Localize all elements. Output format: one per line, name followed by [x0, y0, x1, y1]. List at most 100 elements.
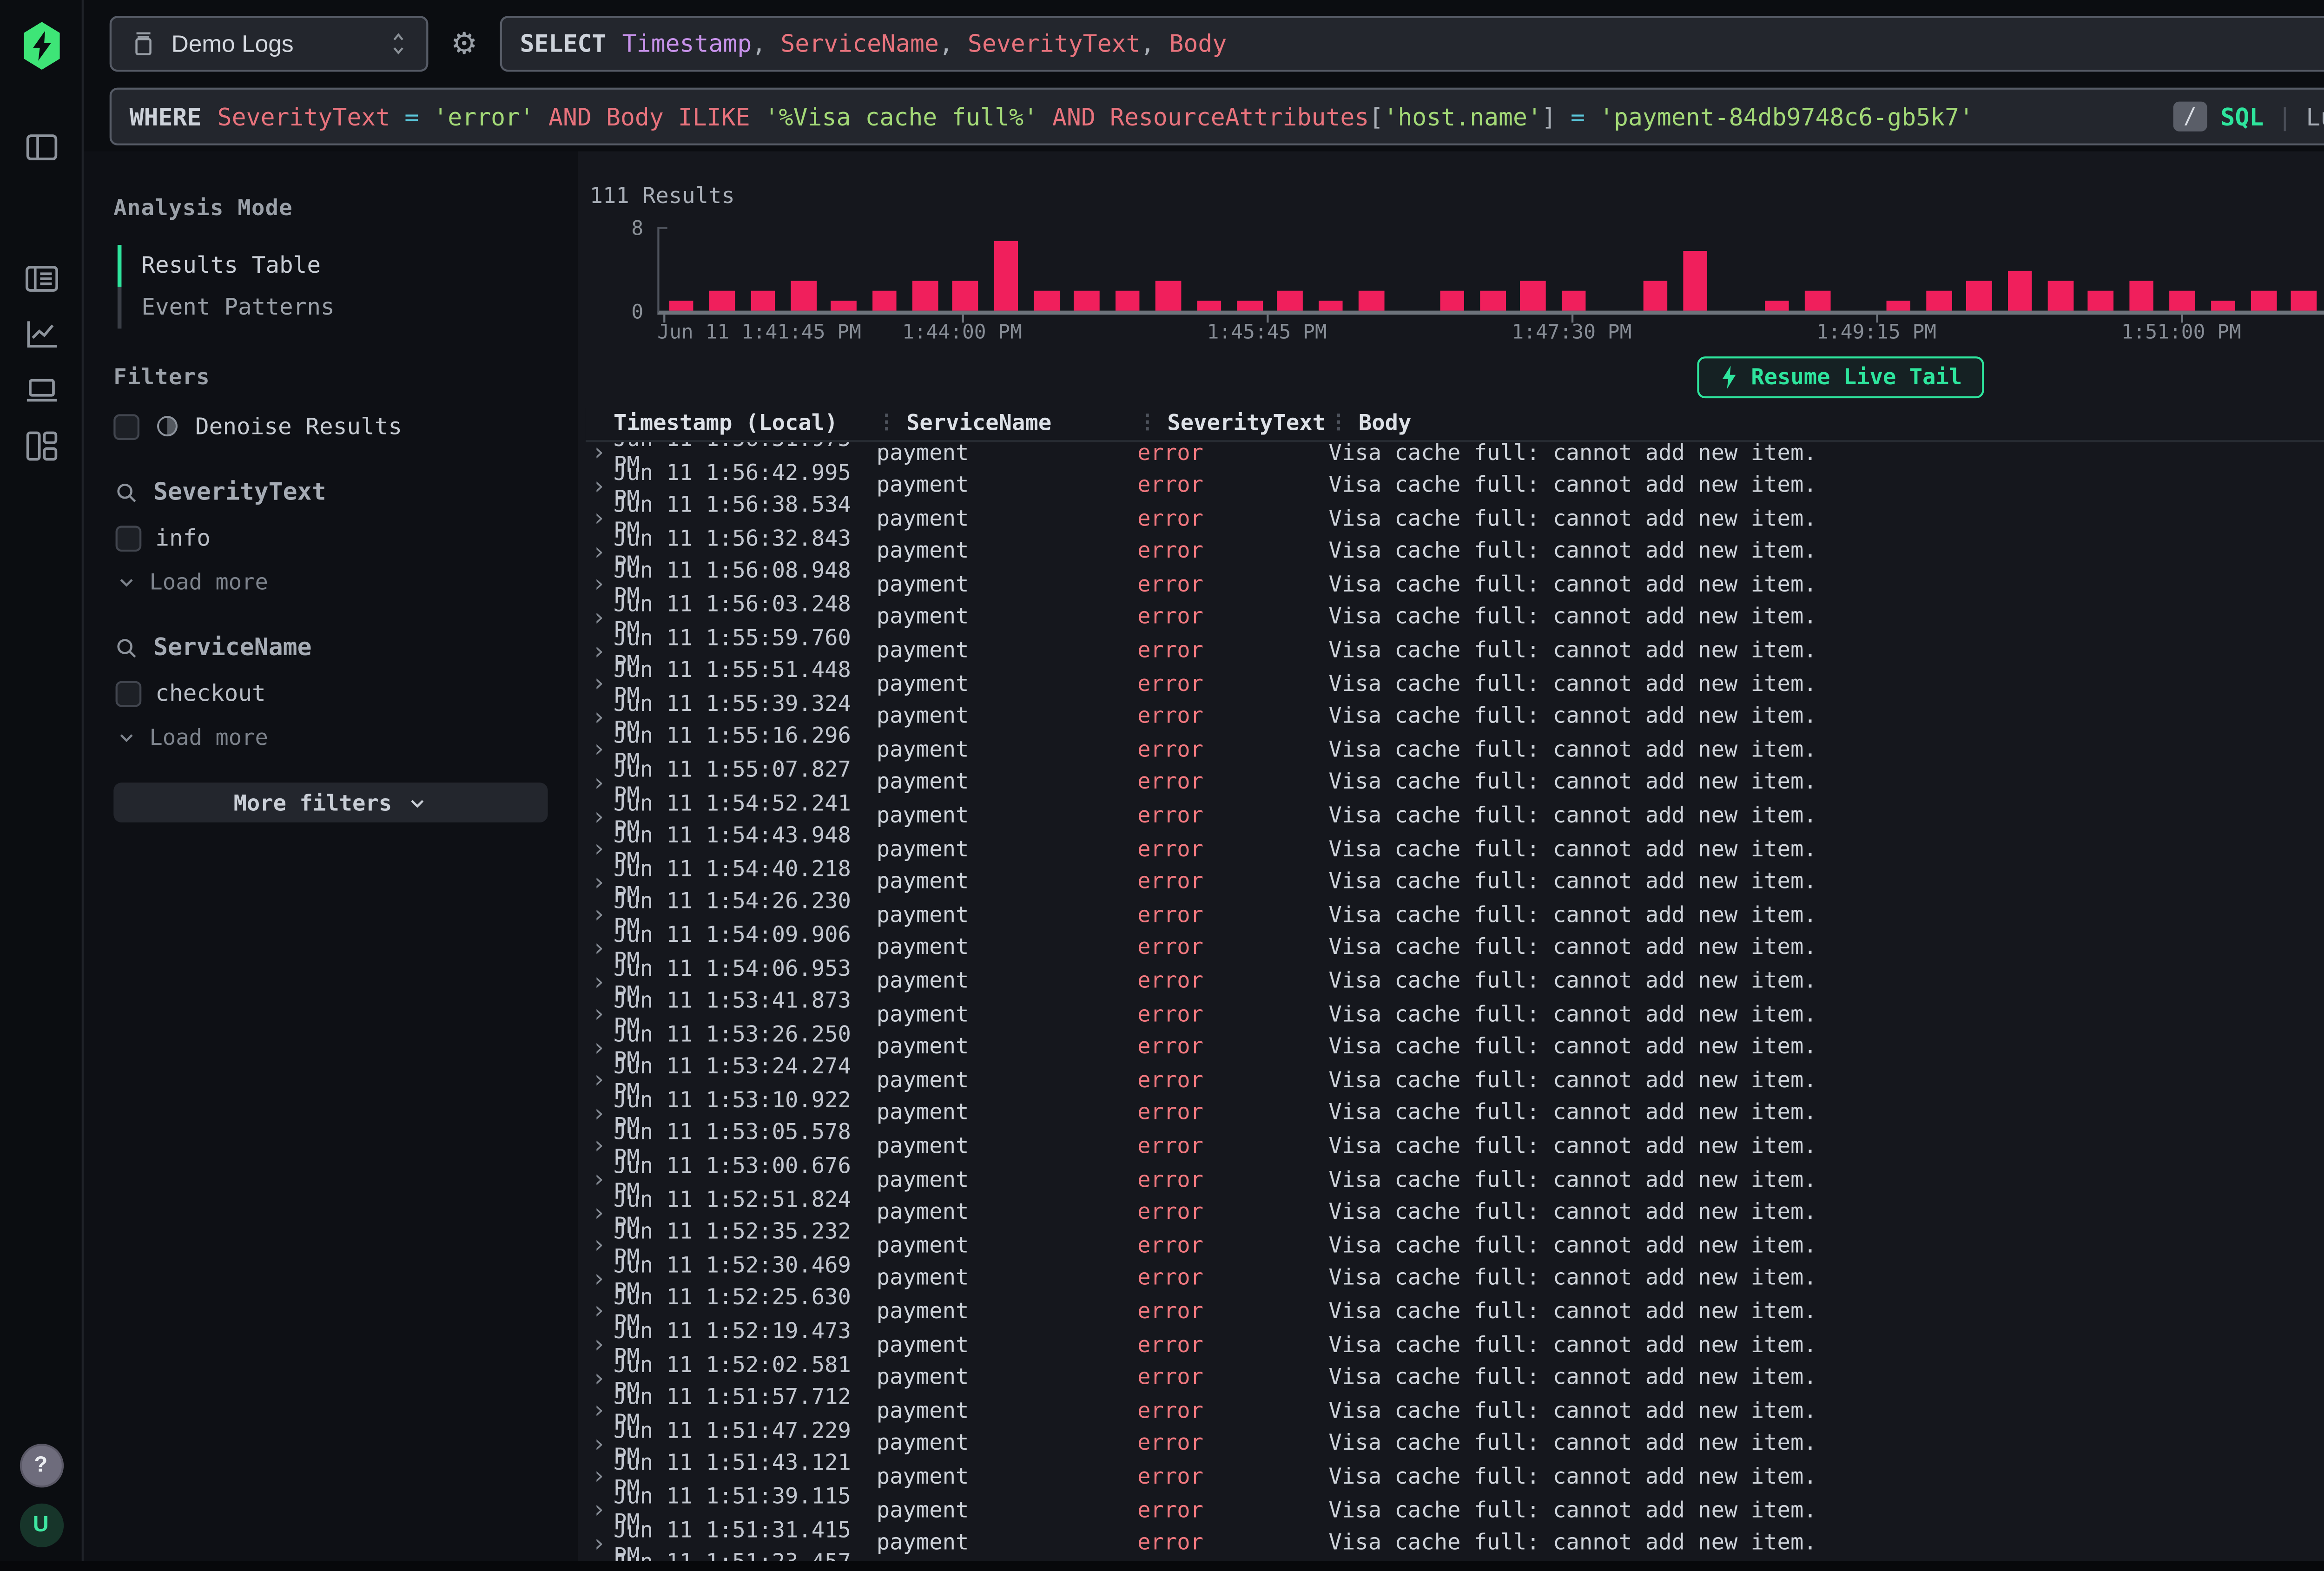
histogram-bar[interactable] [750, 291, 775, 311]
histogram-bar[interactable] [1196, 301, 1221, 310]
filter-value-info[interactable]: info [113, 524, 548, 552]
row-expand-chevron[interactable]: › [586, 1498, 614, 1521]
histogram-bar[interactable] [1075, 291, 1100, 311]
user-avatar[interactable]: U [19, 1504, 63, 1547]
lucene-mode-toggle[interactable]: Lucene [2306, 103, 2324, 131]
checkbox[interactable] [116, 525, 142, 551]
checkbox[interactable] [113, 413, 139, 439]
sessions-icon[interactable] [0, 367, 83, 414]
sidebar-toggle-icon[interactable] [0, 124, 83, 171]
row-expand-chevron[interactable]: › [586, 1035, 614, 1058]
row-expand-chevron[interactable]: › [586, 803, 614, 827]
filter-value-checkout[interactable]: checkout [113, 679, 548, 707]
histogram-bar[interactable] [1115, 291, 1140, 311]
row-expand-chevron[interactable]: › [586, 473, 614, 497]
row-expand-chevron[interactable]: › [586, 1365, 614, 1389]
histogram-bar[interactable] [1521, 281, 1546, 310]
chart-explorer-icon[interactable] [0, 311, 83, 359]
row-expand-chevron[interactable]: › [586, 936, 614, 960]
col-severitytext[interactable]: ⋮SeverityText [1137, 410, 1328, 436]
histogram-bar[interactable] [1156, 281, 1181, 310]
row-expand-chevron[interactable]: › [586, 605, 614, 629]
row-expand-chevron[interactable]: › [586, 638, 614, 662]
histogram-bar[interactable] [2129, 281, 2154, 310]
source-selector[interactable]: Demo Logs [110, 16, 429, 72]
histogram-bar[interactable] [1277, 291, 1302, 311]
histogram-bar[interactable] [1764, 301, 1789, 310]
row-expand-chevron[interactable]: › [586, 1101, 614, 1124]
row-expand-chevron[interactable]: › [586, 1134, 614, 1158]
row-expand-chevron[interactable]: › [586, 770, 614, 794]
histogram-bar[interactable] [912, 281, 938, 310]
where-filter-input[interactable]: WHERE SeverityText = 'error' AND Body IL… [110, 88, 2324, 145]
grip-icon[interactable]: ⋮ [877, 412, 897, 434]
row-expand-chevron[interactable]: › [586, 837, 614, 861]
row-expand-chevron[interactable]: › [586, 671, 614, 695]
histogram-bar[interactable] [2170, 291, 2195, 311]
histogram-bar[interactable] [2251, 291, 2276, 311]
histogram-bar[interactable] [1967, 281, 1992, 310]
row-expand-chevron[interactable]: › [586, 506, 614, 530]
resume-live-tail-button[interactable]: Resume Live Tail [1697, 356, 1984, 398]
histogram-plot[interactable] [657, 227, 2324, 315]
col-servicename[interactable]: ⋮ServiceName [877, 410, 1137, 436]
load-more-severitytext[interactable]: Load more [113, 570, 548, 596]
row-expand-chevron[interactable]: › [586, 870, 614, 894]
histogram-bar[interactable] [1643, 281, 1668, 310]
row-expand-chevron[interactable]: › [586, 737, 614, 761]
row-expand-chevron[interactable]: › [586, 1332, 614, 1356]
histogram-bar[interactable] [1480, 291, 1505, 311]
grip-icon[interactable]: ⋮ [1137, 412, 1157, 434]
table-row[interactable]: ›Jun 11 1:56:51.975 PMpaymenterrorVisa c… [586, 442, 2324, 459]
histogram-bar[interactable] [2007, 271, 2033, 311]
histogram-bar[interactable] [710, 291, 735, 311]
select-columns-input[interactable]: SELECT Timestamp, ServiceName, SeverityT… [500, 16, 2324, 72]
histogram-bar[interactable] [2210, 301, 2235, 310]
histogram-bar[interactable] [1237, 301, 1262, 310]
col-body[interactable]: ⋮Body [1329, 410, 2324, 436]
dashboards-icon[interactable] [0, 422, 83, 470]
load-more-servicename[interactable]: Load more [113, 725, 548, 751]
logs-search-icon[interactable] [0, 255, 83, 303]
histogram-bar[interactable] [872, 291, 897, 311]
source-settings-button[interactable]: ⚙︎ [444, 16, 484, 72]
histogram-bar[interactable] [1805, 291, 1830, 311]
help-button[interactable]: ? [19, 1444, 63, 1487]
tab-results-table[interactable]: Results Table [118, 245, 548, 287]
row-expand-chevron[interactable]: › [586, 1002, 614, 1025]
row-expand-chevron[interactable]: › [586, 442, 614, 464]
histogram-bar[interactable] [1561, 291, 1586, 311]
histogram-bar[interactable] [1926, 291, 1951, 311]
histogram-bar[interactable] [1683, 251, 1708, 311]
row-expand-chevron[interactable]: › [586, 1200, 614, 1224]
histogram-bar[interactable] [669, 301, 694, 310]
histogram-bar[interactable] [1439, 291, 1465, 311]
row-expand-chevron[interactable]: › [586, 539, 614, 563]
row-expand-chevron[interactable]: › [586, 1266, 614, 1290]
row-expand-chevron[interactable]: › [586, 969, 614, 993]
histogram-bar[interactable] [791, 281, 816, 310]
histogram-bar[interactable] [831, 301, 856, 310]
row-expand-chevron[interactable]: › [586, 1432, 614, 1455]
checkbox[interactable] [116, 680, 142, 706]
histogram-bar[interactable] [993, 241, 1018, 311]
row-expand-chevron[interactable]: › [586, 1068, 614, 1091]
histogram-bar[interactable] [2048, 281, 2073, 310]
histogram-bar[interactable] [953, 281, 978, 310]
histogram-bar[interactable] [1359, 291, 1384, 311]
row-expand-chevron[interactable]: › [586, 572, 614, 596]
denoise-results-checkbox[interactable]: Denoise Results [113, 412, 548, 440]
row-expand-chevron[interactable]: › [586, 1531, 614, 1554]
row-expand-chevron[interactable]: › [586, 1233, 614, 1257]
row-expand-chevron[interactable]: › [586, 1167, 614, 1191]
row-expand-chevron[interactable]: › [586, 704, 614, 728]
row-expand-chevron[interactable]: › [586, 1398, 614, 1422]
histogram-bar[interactable] [1886, 301, 1911, 310]
sql-mode-toggle[interactable]: SQL [2220, 103, 2264, 131]
row-expand-chevron[interactable]: › [586, 1299, 614, 1323]
col-timestamp[interactable]: Timestamp (Local) [614, 410, 877, 436]
row-expand-chevron[interactable]: › [586, 1465, 614, 1488]
histogram-bar[interactable] [2291, 291, 2317, 311]
histogram-bar[interactable] [1318, 301, 1343, 310]
histogram-bar[interactable] [2088, 291, 2113, 311]
